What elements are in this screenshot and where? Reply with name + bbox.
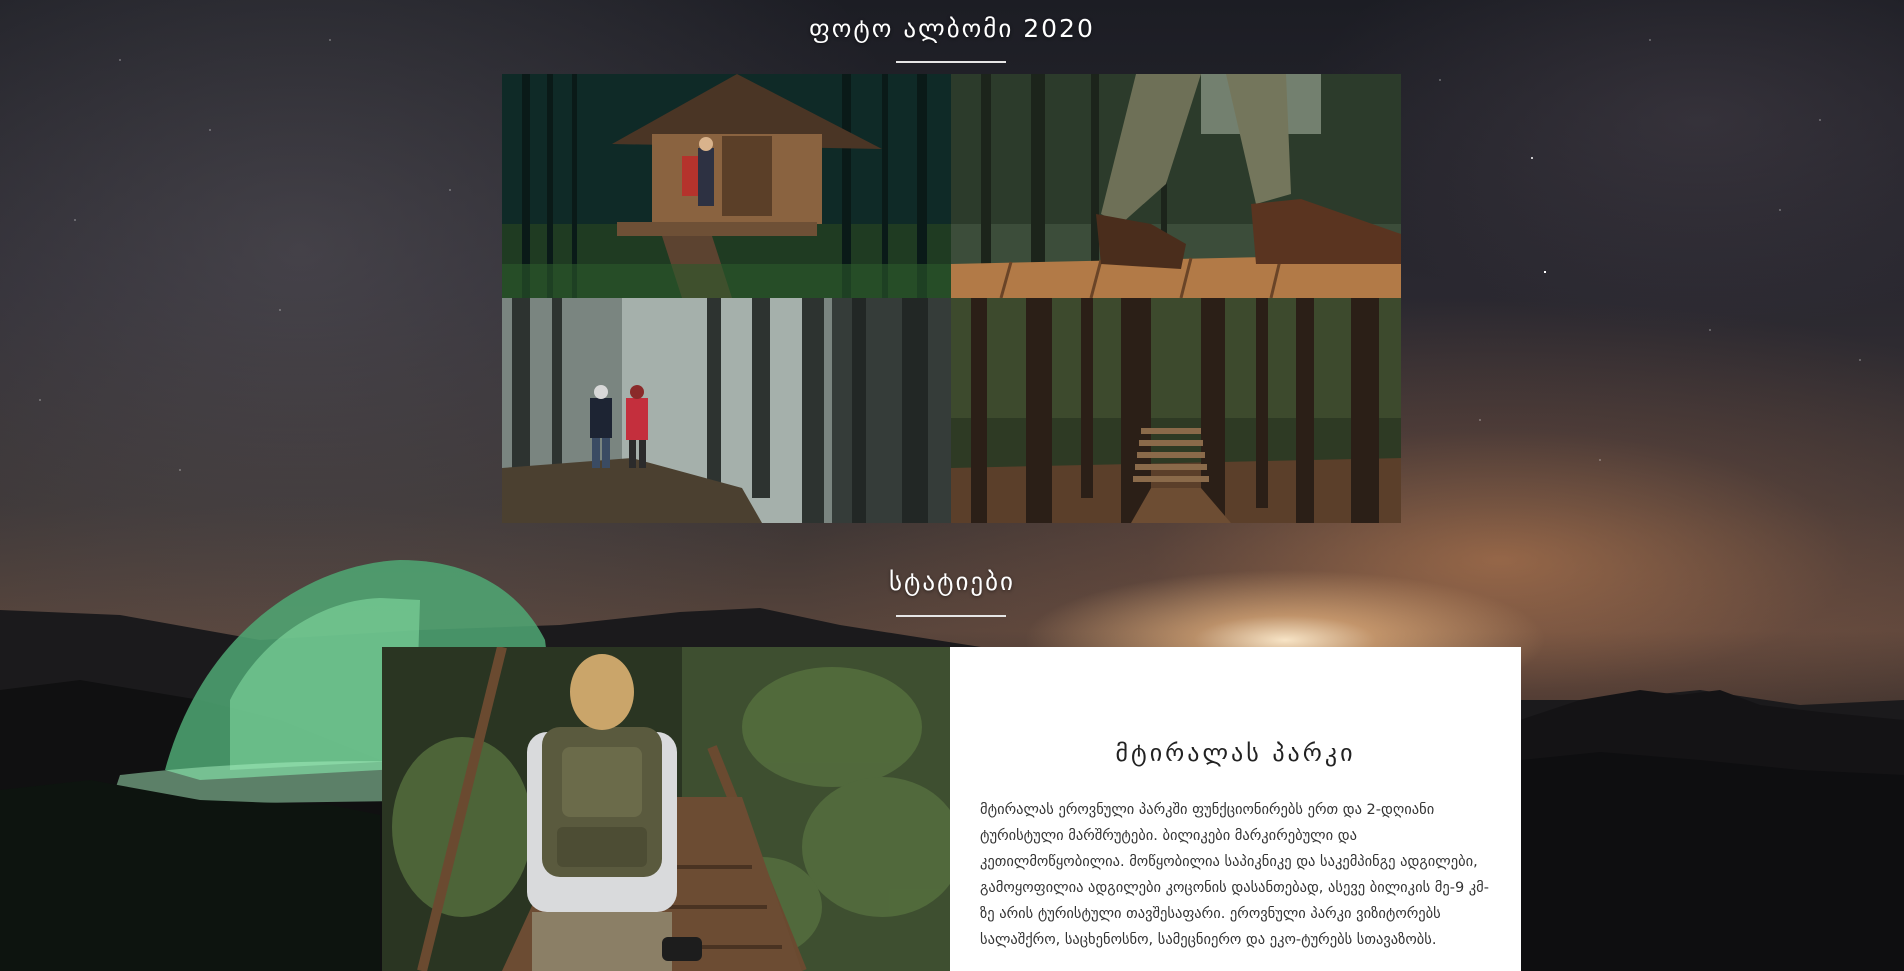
hiker-backpack-bridge-photo[interactable] bbox=[382, 647, 950, 971]
article-title[interactable]: მტირალას პარკი bbox=[950, 739, 1521, 767]
album-title-underline bbox=[896, 61, 1006, 63]
article-card: მტირალას პარკი მტირალას ეროვნული პარკში … bbox=[950, 647, 1521, 971]
hiker-boots-boardwalk-photo[interactable] bbox=[951, 74, 1401, 298]
forest-wooden-stairs-photo[interactable] bbox=[951, 298, 1401, 523]
article-body: მტირალას ეროვნული პარკში ფუნქციონირებს ე… bbox=[980, 802, 1489, 948]
couple-walking-foggy-forest-photo[interactable] bbox=[502, 298, 951, 523]
photo-album-grid bbox=[502, 74, 1401, 523]
forest-cabin-photo[interactable] bbox=[502, 74, 951, 298]
articles-title: სტატიები bbox=[889, 567, 1015, 596]
articles-title-underline bbox=[896, 615, 1006, 617]
album-title: ფოტო ალბომი 2020 bbox=[809, 14, 1095, 43]
